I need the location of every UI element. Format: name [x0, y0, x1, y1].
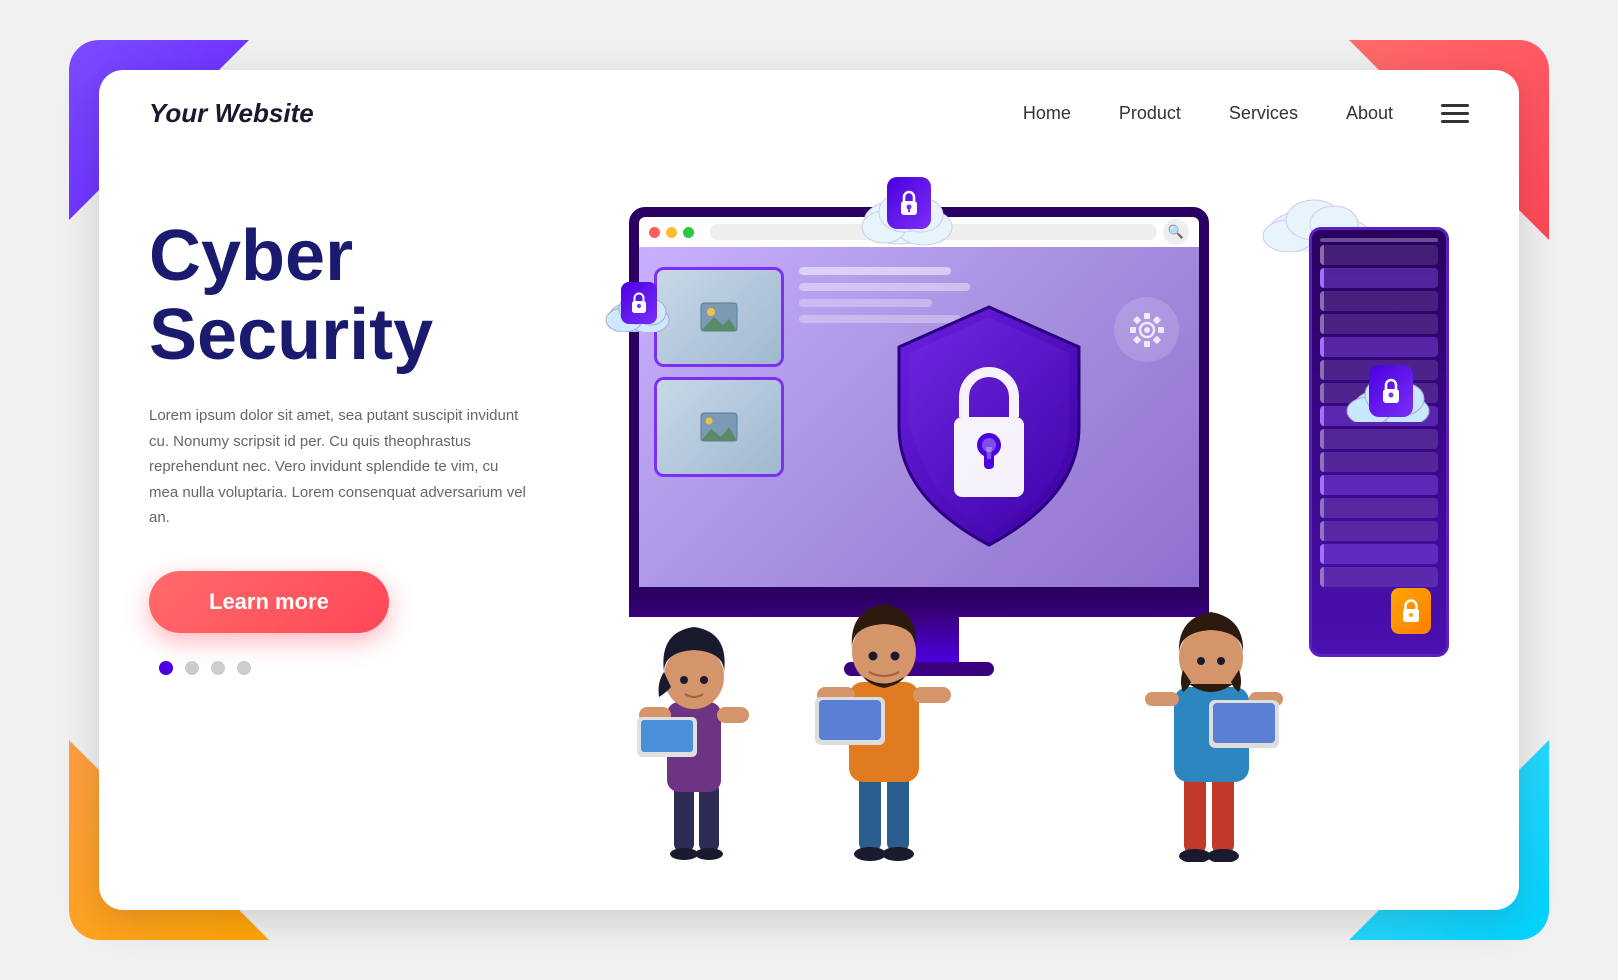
nav-link-home[interactable]: Home — [1023, 103, 1071, 123]
nav-link-product[interactable]: Product — [1119, 103, 1181, 123]
image-icon-2 — [699, 411, 739, 443]
cloud-lock-badge-top — [887, 177, 931, 229]
outer-wrapper: Your Website Home Product Services About — [69, 40, 1549, 940]
dot-2[interactable] — [185, 661, 199, 675]
text-line-1 — [799, 267, 951, 275]
monitor-screen: 🔍 — [629, 207, 1209, 597]
server-unit-13 — [1320, 521, 1438, 541]
navbar: Your Website Home Product Services About — [99, 70, 1519, 157]
cloud-left-small — [599, 277, 679, 337]
server-top-bar — [1320, 238, 1438, 242]
hero-title: Cyber Security — [149, 217, 569, 375]
server-unit-11 — [1320, 475, 1438, 495]
hero-title-line1: Cyber — [149, 216, 353, 296]
image-card-2 — [654, 377, 784, 477]
nav-item-services[interactable]: Services — [1229, 103, 1298, 124]
dot-1[interactable] — [159, 661, 173, 675]
character-right — [1139, 562, 1289, 867]
server-unit-12 — [1320, 498, 1438, 518]
shield-container — [799, 277, 1179, 577]
main-content: Cyber Security Lorem ipsum dolor sit ame… — [99, 157, 1519, 897]
hero-description: Lorem ipsum dolor sit amet, sea putant s… — [149, 403, 529, 531]
nav-item-home[interactable]: Home — [1023, 103, 1071, 124]
brand-logo[interactable]: Your Website — [149, 98, 1023, 129]
browser-dot-red — [649, 227, 660, 238]
server-unit-15 — [1320, 567, 1438, 587]
dot-4[interactable] — [237, 661, 251, 675]
image-icon-1 — [699, 301, 739, 333]
server-unit-4 — [1320, 314, 1438, 334]
main-shield-svg — [879, 297, 1099, 557]
browser-dot-green — [683, 227, 694, 238]
server-unit-1 — [1320, 245, 1438, 265]
nav-link-about[interactable]: About — [1346, 103, 1393, 123]
main-card: Your Website Home Product Services About — [99, 70, 1519, 910]
cloud-lock-badge-right — [1369, 365, 1413, 417]
screen-content — [639, 247, 1199, 587]
browser-dot-yellow — [666, 227, 677, 238]
dot-3[interactable] — [211, 661, 225, 675]
server-unit-10 — [1320, 452, 1438, 472]
cloud-right-lock — [1339, 357, 1439, 427]
server-unit-9 — [1320, 429, 1438, 449]
character-woman-svg — [629, 582, 759, 862]
left-section: Cyber Security Lorem ipsum dolor sit ame… — [149, 177, 569, 675]
lock-icon-top — [896, 188, 922, 218]
pagination-dots — [159, 661, 569, 675]
nav-item-about[interactable]: About — [1346, 103, 1393, 124]
server-lock-badge — [1391, 588, 1431, 634]
nav-item-product[interactable]: Product — [1119, 103, 1181, 124]
character-woman — [629, 582, 759, 867]
server-unit-2 — [1320, 268, 1438, 288]
character-middle — [809, 552, 959, 867]
lock-icon-left — [629, 291, 649, 315]
server-unit-3 — [1320, 291, 1438, 311]
character-right-svg — [1139, 562, 1289, 862]
lock-icon-right — [1378, 376, 1404, 406]
learn-more-button[interactable]: Learn more — [149, 571, 389, 633]
hamburger-line-2 — [1441, 112, 1469, 115]
hero-title-line2: Security — [149, 295, 433, 375]
server-lock-icon — [1400, 598, 1422, 624]
server-unit-5 — [1320, 337, 1438, 357]
hamburger-menu[interactable] — [1441, 104, 1469, 123]
hamburger-line-3 — [1441, 120, 1469, 123]
browser-search-btn[interactable]: 🔍 — [1163, 219, 1189, 245]
character-middle-svg — [809, 552, 959, 862]
hamburger-line-1 — [1441, 104, 1469, 107]
server-unit-14 — [1320, 544, 1438, 564]
nav-link-services[interactable]: Services — [1229, 103, 1298, 123]
server-rack — [1309, 227, 1449, 657]
cloud-lock-badge-left — [621, 282, 657, 324]
nav-links: Home Product Services About — [1023, 103, 1393, 124]
right-section: 🔍 — [569, 177, 1469, 867]
cloud-top-center — [849, 167, 969, 252]
